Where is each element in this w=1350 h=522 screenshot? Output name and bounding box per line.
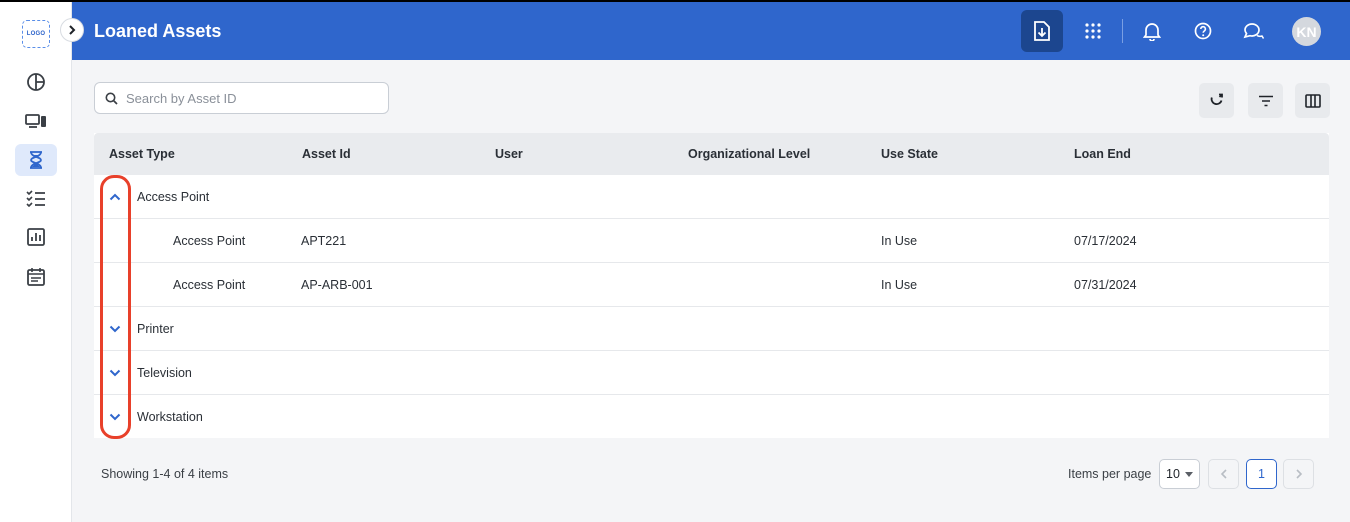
columns-icon [1304,93,1321,108]
pie-chart-icon [27,73,45,91]
group-label: Access Point [137,190,210,204]
hourglass-icon [30,151,42,169]
cell-use-state: In Use [881,234,918,248]
column-header-loan-end[interactable]: Loan End [1074,147,1131,161]
group-row-workstation[interactable]: Workstation [94,395,1329,439]
column-header-asset-id[interactable]: Asset Id [302,147,351,161]
table-row[interactable]: Access Point APT221 In Use 07/17/2024 [94,219,1329,263]
filter-button[interactable] [1248,83,1283,118]
sidebar-expand-button[interactable] [60,18,84,42]
refresh-button[interactable] [1199,83,1234,118]
sidebar-item-devices[interactable] [15,105,57,137]
expand-group-button[interactable] [107,321,123,337]
sidebar-item-calendar[interactable] [15,261,57,293]
column-header-asset-type[interactable]: Asset Type [109,147,175,161]
group-label: Printer [137,322,174,336]
collapse-group-button[interactable] [107,189,123,205]
filter-icon [1258,95,1273,106]
group-row-television[interactable]: Television [94,351,1329,395]
chevron-down-icon [109,369,121,377]
group-label: Television [137,366,192,380]
chevron-left-icon [1220,469,1227,479]
calendar-icon [27,268,45,286]
group-row-access-point[interactable]: Access Point [94,175,1329,219]
cell-asset-id: APT221 [301,234,347,248]
caret-down-icon [1185,472,1193,477]
refresh-icon [1210,93,1223,105]
items-per-page-label: Items per page [1068,467,1152,481]
bell-icon [1143,23,1161,41]
search-input[interactable] [126,90,376,106]
help-circle-icon [1194,22,1212,40]
chevron-right-icon [1295,469,1302,479]
top-bar: Loaned Assets KN [72,2,1350,60]
items-per-page-select[interactable]: 10 [1159,459,1200,489]
page-title: Loaned Assets [94,21,222,41]
main-content: Asset Type Asset Id User Organizational … [72,60,1350,522]
bar-chart-icon [27,228,45,246]
cell-loan-end: 07/31/2024 [1074,278,1137,292]
search-icon [105,92,118,105]
export-button[interactable] [1021,10,1063,52]
cell-loan-end: 07/17/2024 [1074,234,1137,248]
loaned-assets-grid: Asset Type Asset Id User Organizational … [94,133,1329,438]
group-row-printer[interactable]: Printer [94,307,1329,351]
chevron-right-icon [69,25,76,35]
group-label: Workstation [137,410,203,424]
items-count-text: Showing 1-4 of 4 items [101,467,229,481]
column-header-user[interactable]: User [495,147,523,161]
search-box[interactable] [94,82,389,114]
chevron-down-icon [109,325,121,333]
devices-icon [25,114,46,128]
cell-asset-type: Access Point [173,234,246,248]
columns-button[interactable] [1295,83,1330,118]
previous-page-button[interactable] [1208,459,1239,489]
chevron-down-icon [109,413,121,421]
chat-bubbles-icon [1243,23,1264,39]
checklist-icon [26,190,45,207]
logo: LOGO [22,20,50,48]
chat-button[interactable] [1232,10,1274,52]
sidebar-item-dashboard[interactable] [15,66,57,98]
user-avatar[interactable]: KN [1292,17,1321,46]
cell-use-state: In Use [881,278,918,292]
column-header-org-level[interactable]: Organizational Level [688,147,810,161]
apps-button[interactable] [1072,10,1114,52]
table-row[interactable]: Access Point AP-ARB-001 In Use 07/31/202… [94,263,1329,307]
header-divider [1122,19,1123,43]
help-button[interactable] [1182,10,1224,52]
sidebar-item-loans[interactable] [15,144,57,176]
chevron-up-icon [109,193,121,201]
next-page-button[interactable] [1283,459,1314,489]
page-button-1[interactable]: 1 [1246,459,1277,489]
grid-header: Asset Type Asset Id User Organizational … [94,133,1329,175]
sidebar: LOGO [0,2,72,522]
notifications-button[interactable] [1131,10,1173,52]
expand-group-button[interactable] [107,365,123,381]
apps-grid-icon [1085,23,1101,39]
expand-group-button[interactable] [107,409,123,425]
file-download-icon [1034,21,1050,41]
sidebar-item-reports[interactable] [15,221,57,253]
cell-asset-type: Access Point [173,278,246,292]
items-per-page-value: 10 [1166,467,1180,481]
cell-asset-id: AP-ARB-001 [301,278,373,292]
column-header-use-state[interactable]: Use State [881,147,938,161]
sidebar-item-tasks[interactable] [15,182,57,214]
